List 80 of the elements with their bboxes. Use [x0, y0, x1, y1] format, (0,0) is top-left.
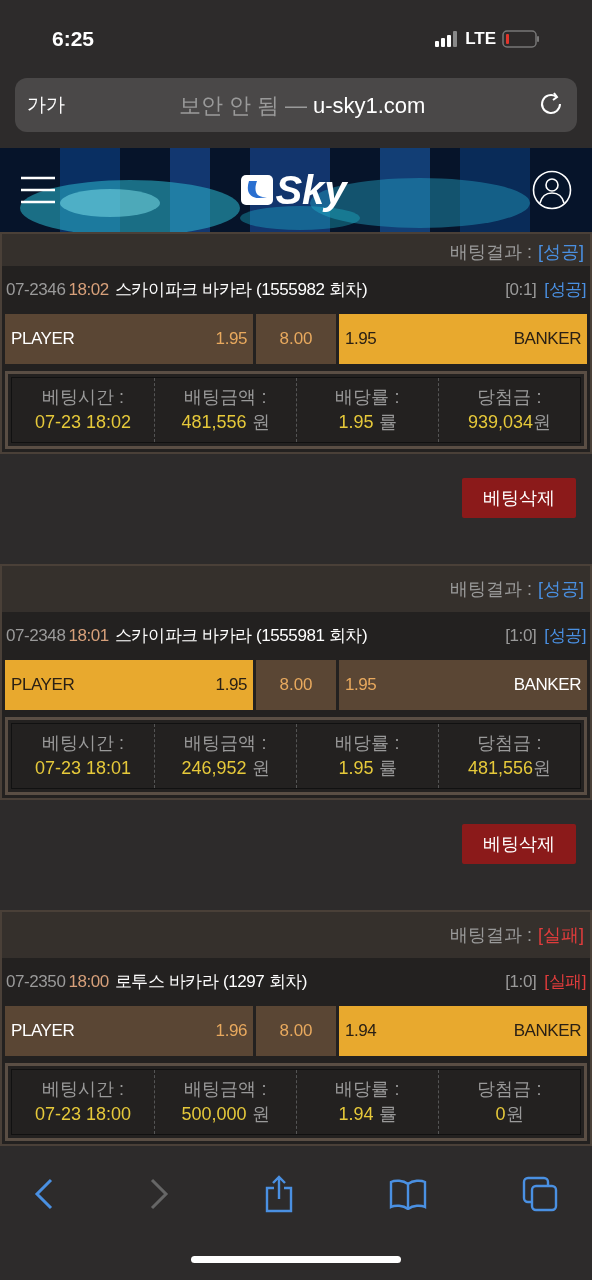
result-label: 배팅결과 :: [449, 241, 532, 264]
side-label: PLAYER: [11, 1020, 75, 1043]
detail-value: 07-23 18:00: [34, 1103, 132, 1126]
forward-icon[interactable]: [149, 1178, 169, 1210]
signal-icon: [435, 31, 460, 47]
site-logo[interactable]: Sky: [241, 170, 347, 210]
result-status: [성공]: [538, 241, 584, 264]
detail-value: 481,556원: [467, 757, 552, 780]
bet-code: 07-2346: [6, 279, 66, 302]
detail-label: 배당률 :: [335, 1078, 400, 1101]
odds-value: 1.95: [215, 674, 247, 697]
share-icon[interactable]: [264, 1175, 294, 1213]
detail-label: 베팅시간 :: [42, 1078, 124, 1101]
game-title: 스카이파크 바카라 (1555982 회차): [114, 279, 368, 302]
battery-icon: [502, 30, 540, 48]
odds-value: 1.96: [215, 1020, 247, 1043]
result-label: 배팅결과 :: [449, 923, 532, 947]
odds-value: 1.95: [345, 674, 377, 697]
side-label: BANKER: [513, 674, 581, 697]
detail-label: 배팅금액 :: [184, 732, 267, 755]
url-text: u-sky1.com: [312, 91, 426, 120]
side-label: BANKER: [513, 328, 581, 351]
logo-text: Sky: [275, 170, 347, 210]
address-bar[interactable]: 가가 보안 안 됨 — u-sky1.com: [15, 78, 577, 132]
text-size-button[interactable]: 가가: [27, 90, 65, 120]
detail-value: 481,556 원: [181, 411, 270, 434]
detail-value: 07-23 18:01: [34, 757, 132, 780]
game-title: 로투스 바카라 (1297 회차): [114, 971, 307, 994]
result-label: 배팅결과 :: [449, 577, 532, 601]
side-label: PLAYER: [11, 674, 75, 697]
bet-status: [성공]: [544, 279, 586, 302]
detail-value: 07-23 18:02: [34, 411, 132, 434]
clock: 6:25: [52, 26, 95, 53]
tie-odds: 8.00: [256, 1006, 336, 1056]
result-status: [성공]: [538, 577, 584, 601]
odds-value: 1.94: [345, 1020, 377, 1043]
detail-label: 당첨금 :: [477, 732, 542, 755]
odds-value: 1.95: [345, 328, 377, 351]
network-label: LTE: [465, 28, 496, 51]
tie-odds: 8.00: [256, 660, 336, 710]
back-icon[interactable]: [34, 1178, 54, 1210]
side-label: PLAYER: [11, 328, 75, 351]
bet-code: 07-2348: [6, 625, 66, 648]
detail-value: 1.95 률: [338, 411, 397, 434]
detail-label: 베팅시간 :: [42, 732, 124, 755]
detail-value: 500,000 원: [181, 1103, 270, 1126]
bet-time: 18:02: [68, 279, 109, 302]
detail-value: 0원: [495, 1103, 524, 1126]
bet-status: [성공]: [544, 625, 586, 648]
bet-time: 18:00: [68, 971, 109, 994]
menu-icon[interactable]: [20, 176, 56, 204]
security-label: 보안 안 됨 —: [178, 91, 307, 120]
tabs-icon[interactable]: [522, 1176, 558, 1212]
detail-value: 1.94 률: [338, 1103, 397, 1126]
delete-bet-button[interactable]: 베팅삭제: [462, 478, 576, 518]
delete-bet-button[interactable]: 베팅삭제: [462, 824, 576, 864]
detail-label: 배팅금액 :: [184, 1078, 267, 1101]
detail-value: 246,952 원: [181, 757, 270, 780]
detail-label: 당첨금 :: [477, 386, 542, 409]
score: [1:0]: [505, 625, 537, 648]
bet-status: [실패]: [544, 971, 586, 994]
detail-value: 1.95 률: [338, 757, 397, 780]
score: [0:1]: [505, 279, 537, 302]
bet-time: 18:01: [68, 625, 109, 648]
odds-value: 1.95: [215, 328, 247, 351]
score: [1:0]: [505, 971, 537, 994]
bet-code: 07-2350: [6, 971, 66, 994]
bookmarks-icon[interactable]: [389, 1178, 427, 1210]
detail-label: 배당률 :: [335, 732, 400, 755]
detail-label: 베팅시간 :: [42, 386, 124, 409]
detail-label: 당첨금 :: [477, 1078, 542, 1101]
logo-icon: [241, 175, 274, 205]
tie-odds: 8.00: [256, 314, 336, 364]
side-label: BANKER: [513, 1020, 581, 1043]
detail-value: 939,034원: [467, 411, 552, 434]
detail-label: 배팅금액 :: [184, 386, 267, 409]
result-status: [실패]: [538, 923, 584, 947]
user-icon[interactable]: [532, 170, 572, 210]
detail-label: 배당률 :: [335, 386, 400, 409]
game-title: 스카이파크 바카라 (1555981 회차): [114, 625, 368, 648]
